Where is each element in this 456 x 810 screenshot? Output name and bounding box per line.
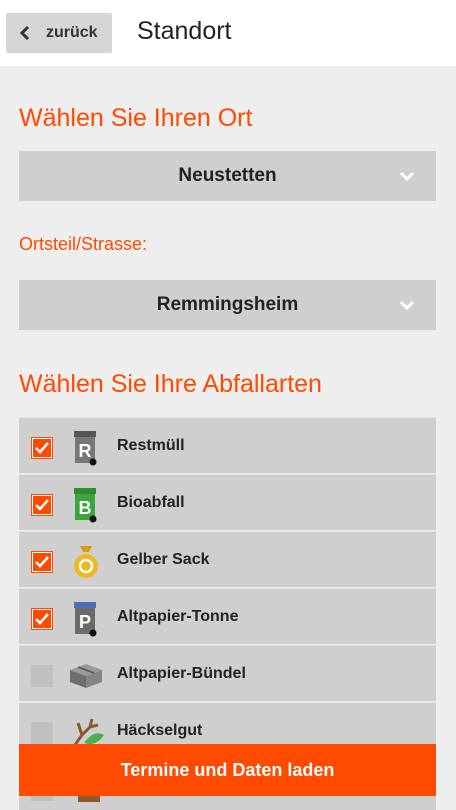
chevron-down-icon bbox=[400, 171, 414, 181]
yellow-sack-icon bbox=[74, 546, 98, 578]
checkbox[interactable] bbox=[31, 722, 53, 744]
list-item-label: Häckselgut bbox=[117, 722, 203, 739]
checkbox[interactable] bbox=[31, 494, 53, 516]
place-select-value: Neustetten bbox=[178, 165, 277, 186]
check-icon bbox=[33, 610, 51, 628]
chevron-down-icon bbox=[400, 300, 414, 310]
list-item-restmuell[interactable]: R Restmüll bbox=[19, 417, 436, 473]
waste-heading: Wählen Sie Ihre Abfallarten bbox=[19, 370, 322, 398]
district-select[interactable]: Remmingsheim bbox=[19, 280, 436, 330]
place-select[interactable]: Neustetten bbox=[19, 151, 436, 201]
checkbox[interactable] bbox=[31, 437, 53, 459]
list-item-gelber-sack[interactable]: Gelber Sack bbox=[19, 531, 436, 587]
list-item-label: Altpapier-Tonne bbox=[117, 608, 239, 625]
checkbox[interactable] bbox=[31, 608, 53, 630]
svg-text:P: P bbox=[79, 612, 91, 632]
svg-text:B: B bbox=[79, 498, 92, 518]
list-item-altpapier-buendel[interactable]: Altpapier-Bündel bbox=[19, 645, 436, 701]
list-item-label: Bioabfall bbox=[117, 494, 185, 511]
district-select-value: Remmingsheim bbox=[156, 294, 299, 315]
svg-text:R: R bbox=[79, 441, 92, 461]
chevron-left-icon bbox=[20, 26, 30, 40]
back-button[interactable]: zurück bbox=[6, 13, 112, 53]
page-title: Standort bbox=[137, 17, 232, 45]
app-header: zurück Standort bbox=[0, 0, 456, 66]
check-icon bbox=[33, 496, 51, 514]
paper-bin-icon: P bbox=[74, 602, 97, 637]
restmuell-bin-icon: R bbox=[74, 431, 97, 466]
list-item-altpapier-tonne[interactable]: P Altpapier-Tonne bbox=[19, 588, 436, 644]
load-dates-button-label: Termine und Daten laden bbox=[120, 760, 335, 780]
list-item-label: Gelber Sack bbox=[117, 551, 210, 568]
list-item-label: Altpapier-Bündel bbox=[117, 665, 246, 682]
check-icon bbox=[33, 439, 51, 457]
load-dates-button[interactable]: Termine und Daten laden bbox=[19, 744, 436, 796]
checkbox[interactable] bbox=[31, 551, 53, 573]
list-item-bioabfall[interactable]: B Bioabfall bbox=[19, 474, 436, 530]
bio-bin-icon: B bbox=[74, 488, 97, 523]
checkbox[interactable] bbox=[31, 665, 53, 687]
district-label: Ortsteil/Strasse: bbox=[19, 234, 148, 254]
back-button-label: zurück bbox=[46, 24, 98, 41]
check-icon bbox=[33, 553, 51, 571]
list-item-label: Restmüll bbox=[117, 437, 185, 454]
paper-bundle-icon bbox=[70, 664, 102, 688]
location-heading: Wählen Sie Ihren Ort bbox=[19, 104, 253, 132]
